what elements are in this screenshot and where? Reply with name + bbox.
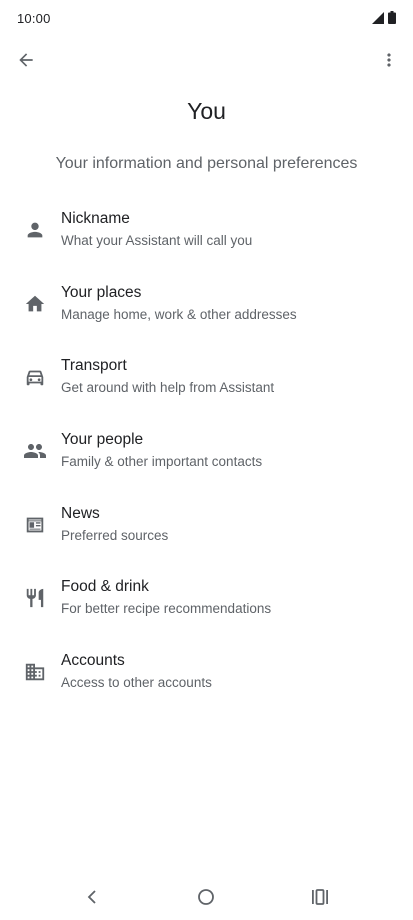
signal-icon <box>372 11 384 29</box>
settings-list: Nickname What your Assistant will call y… <box>0 200 413 716</box>
list-item-nickname[interactable]: Nickname What your Assistant will call y… <box>0 200 413 274</box>
more-options-button[interactable] <box>373 46 405 78</box>
item-title: News <box>61 504 100 522</box>
list-item-food-drink[interactable]: Food & drink For better recipe recommend… <box>0 568 413 642</box>
person-icon <box>23 218 47 242</box>
nav-home-icon <box>197 888 215 911</box>
business-icon <box>23 660 47 684</box>
restaurant-icon <box>23 586 47 610</box>
nav-back-icon <box>85 889 101 910</box>
item-title: Transport <box>61 357 127 375</box>
page-subtitle: Your information and personal preference… <box>55 155 358 172</box>
arrow-back-icon <box>16 50 36 75</box>
item-subtitle: Get around with help from Assistant <box>61 380 275 396</box>
item-title: Food & drink <box>61 578 149 596</box>
item-title: Your people <box>61 431 144 449</box>
newspaper-icon <box>23 513 47 537</box>
status-icons <box>372 11 396 29</box>
list-item-news[interactable]: News Preferred sources <box>0 495 413 569</box>
list-item-your-places[interactable]: Your places Manage home, work & other ad… <box>0 274 413 348</box>
item-subtitle: Family & other important contacts <box>61 454 263 470</box>
nav-recents-button[interactable] <box>305 884 335 914</box>
item-subtitle: Access to other accounts <box>61 675 212 691</box>
status-time: 10:00 <box>17 11 51 26</box>
item-title: Your places <box>61 283 142 301</box>
list-item-your-people[interactable]: Your people Family & other important con… <box>0 421 413 495</box>
back-button[interactable] <box>10 46 42 78</box>
people-icon <box>23 439 47 463</box>
nav-home-button[interactable] <box>191 884 221 914</box>
more-vert-icon <box>379 50 399 75</box>
home-icon <box>23 292 47 316</box>
nav-recents-icon <box>311 888 329 910</box>
toolbar <box>0 40 413 84</box>
list-item-accounts[interactable]: Accounts Access to other accounts <box>0 642 413 716</box>
status-bar: 10:00 <box>0 0 413 36</box>
car-icon <box>23 365 47 389</box>
item-subtitle: What your Assistant will call you <box>61 233 253 248</box>
page-title: You <box>187 98 226 124</box>
item-subtitle: Manage home, work & other addresses <box>61 306 297 322</box>
item-title: Accounts <box>61 652 125 670</box>
nav-back-button[interactable] <box>78 884 108 914</box>
item-subtitle: For better recipe recommendations <box>61 601 272 617</box>
item-title: Nickname <box>61 210 130 227</box>
battery-icon <box>388 11 396 29</box>
item-subtitle: Preferred sources <box>61 527 169 543</box>
system-nav-bar <box>0 878 413 920</box>
list-item-transport[interactable]: Transport Get around with help from Assi… <box>0 347 413 421</box>
